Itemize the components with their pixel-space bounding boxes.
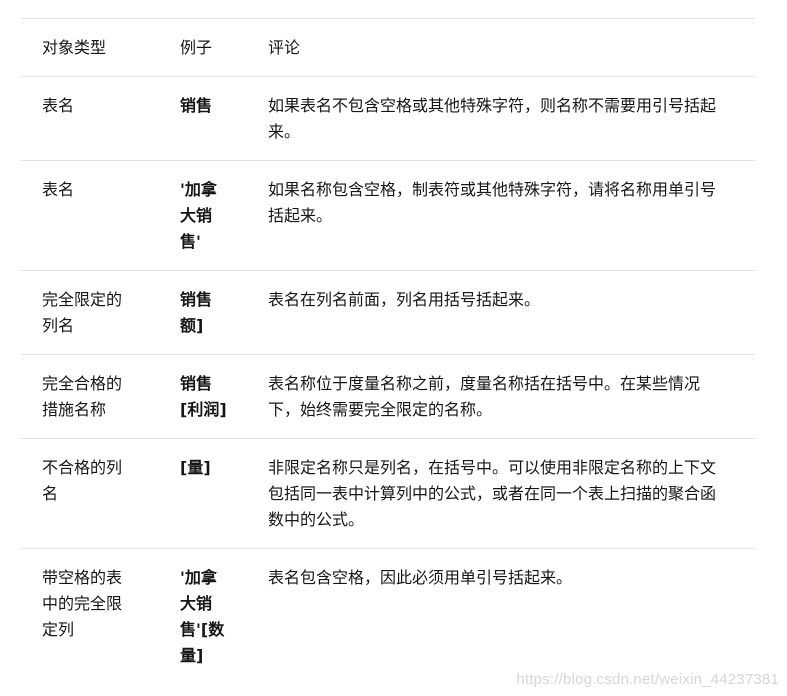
cell-comment: 非限定名称只是列名，在括号中。可以使用非限定名称的上下文包括同一表中计算列中的公…	[268, 438, 755, 549]
object-type-text: 表名	[42, 180, 75, 199]
object-type-text: 完全限定的列名	[42, 290, 123, 335]
table-row: 完全限定的列名 销售额] 表名在列名前面，列名用括号括起来。	[21, 270, 755, 355]
cell-object-type: 完全合格的措施名称	[21, 354, 180, 439]
table-row: 表名 销售 如果表名不包含空格或其他特殊字符，则名称不需要用引号括起来。	[21, 76, 755, 161]
object-type-text: 完全合格的措施名称	[42, 374, 123, 419]
object-type-text: 表名	[42, 96, 75, 115]
object-reference-table: 对象类型 例子 评论 表名 销售 如果表名不包含空格或其他特殊字符，则名称不需要…	[21, 18, 755, 684]
cell-object-type: 完全限定的列名	[21, 270, 180, 355]
example-text: 销售	[180, 96, 213, 115]
table-header: 对象类型 例子 评论	[21, 18, 755, 77]
example-text: '加拿大销售'	[180, 180, 217, 251]
header-example: 例子	[180, 18, 268, 77]
table-row: 完全合格的措施名称 销售[利润] 表名称位于度量名称之前，度量名称括在括号中。在…	[21, 354, 755, 439]
table-body: 表名 销售 如果表名不包含空格或其他特殊字符，则名称不需要用引号括起来。 表名 …	[21, 76, 755, 684]
header-row: 对象类型 例子 评论	[21, 18, 755, 77]
table-row: 带空格的表中的完全限定列 '加拿大销售'[数量] 表名包含空格，因此必须用单引号…	[21, 548, 755, 684]
table-row: 表名 '加拿大销售' 如果名称包含空格，制表符或其他特殊字符，请将名称用单引号括…	[21, 160, 755, 271]
cell-comment: 表名包含空格，因此必须用单引号括起来。	[268, 548, 755, 684]
cell-example: [量]	[180, 438, 268, 549]
example-text: [量]	[180, 458, 211, 477]
cell-object-type: 表名	[21, 76, 180, 161]
object-type-text: 带空格的表中的完全限定列	[42, 568, 123, 639]
cell-object-type: 表名	[21, 160, 180, 271]
object-type-text: 不合格的列名	[42, 458, 123, 503]
example-text: '加拿大销售'[数量]	[180, 568, 225, 665]
watermark-url: https://blog.csdn.net/weixin_44237381	[516, 671, 779, 688]
example-text: 销售[利润]	[180, 374, 227, 419]
table-row: 不合格的列名 [量] 非限定名称只是列名，在括号中。可以使用非限定名称的上下文包…	[21, 438, 755, 549]
cell-example: '加拿大销售'	[180, 160, 268, 271]
cell-comment: 表名称位于度量名称之前，度量名称括在括号中。在某些情况下，始终需要完全限定的名称…	[268, 354, 755, 439]
cell-example: 销售	[180, 76, 268, 161]
cell-comment: 表名在列名前面，列名用括号括起来。	[268, 270, 755, 355]
header-object-type: 对象类型	[21, 18, 180, 77]
cell-example: 销售[利润]	[180, 354, 268, 439]
cell-example: '加拿大销售'[数量]	[180, 548, 268, 684]
cell-object-type: 不合格的列名	[21, 438, 180, 549]
cell-comment: 如果表名不包含空格或其他特殊字符，则名称不需要用引号括起来。	[268, 76, 755, 161]
example-text: 销售额]	[180, 290, 213, 335]
cell-object-type: 带空格的表中的完全限定列	[21, 548, 180, 684]
cell-comment: 如果名称包含空格，制表符或其他特殊字符，请将名称用单引号括起来。	[268, 160, 755, 271]
cell-example: 销售额]	[180, 270, 268, 355]
header-comment: 评论	[268, 18, 755, 77]
